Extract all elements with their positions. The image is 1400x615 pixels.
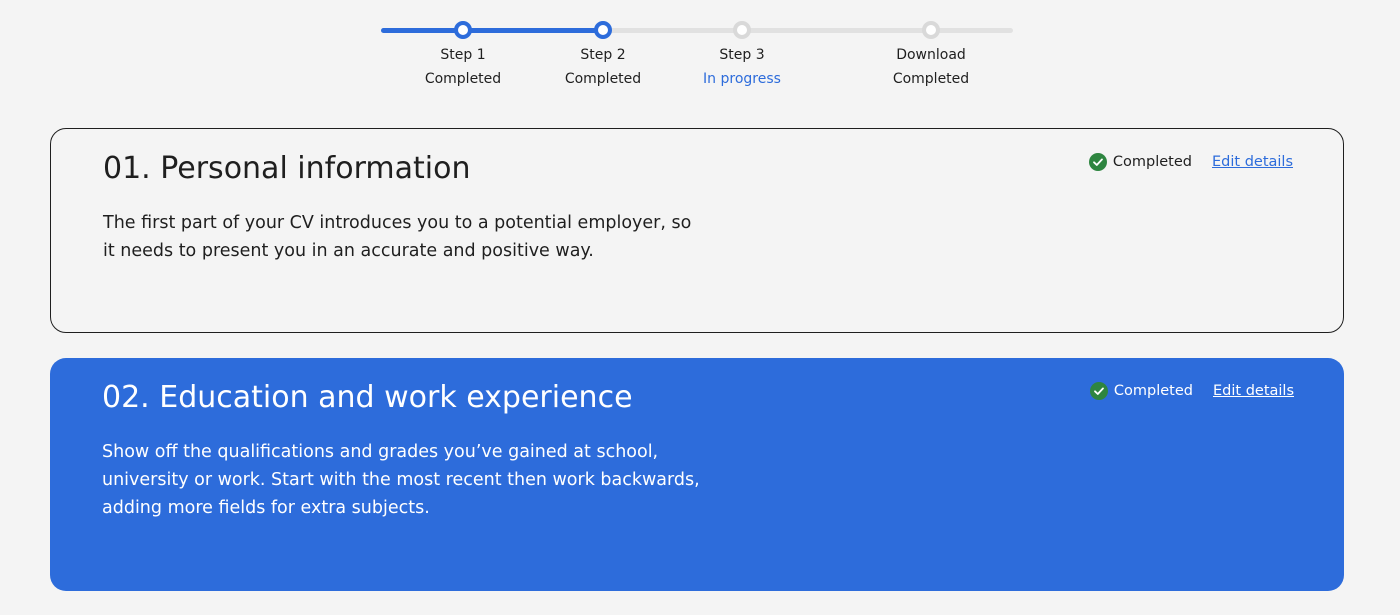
section-card-personal-information: 01. Personal information The first part … [50, 128, 1344, 333]
step-download-status: Completed [892, 71, 970, 87]
section-description: The first part of your CV introduces you… [103, 213, 692, 261]
step-download-marker-icon [922, 21, 940, 39]
step-2-marker-icon [594, 21, 612, 39]
step-1-marker-icon [454, 21, 472, 39]
status-label: Completed [1113, 383, 1193, 399]
section-status: Completed Edit details [1088, 151, 1293, 173]
step-2[interactable]: Step 2 Completed [533, 21, 673, 91]
step-1-label: Step 1 [440, 47, 486, 63]
step-download-label: Download [896, 47, 966, 63]
step-3[interactable]: Step 3 In progress [672, 21, 812, 91]
section-description: Show off the qualifications and grades y… [102, 442, 700, 518]
step-download[interactable]: Download Completed [861, 21, 1001, 91]
step-3-label: Step 3 [719, 47, 765, 63]
progress-stepper: Step 1 Completed Step 2 Completed Step 3… [0, 0, 1400, 110]
cv-builder-page: Step 1 Completed Step 2 Completed Step 3… [0, 0, 1400, 615]
step-3-marker-icon [733, 21, 751, 39]
section-title: 01. Personal information [103, 151, 471, 186]
section-card-education-and-work-experience: 02. Education and work experience Show o… [50, 358, 1344, 591]
step-3-status: In progress [703, 71, 781, 87]
step-1[interactable]: Step 1 Completed [393, 21, 533, 91]
section-title: 02. Education and work experience [102, 380, 633, 415]
step-2-status: Completed [564, 71, 642, 87]
section-status: Completed Edit details [1089, 380, 1294, 402]
check-circle-icon [1089, 382, 1108, 400]
edit-details-link[interactable]: Edit details [1213, 380, 1294, 402]
step-1-status: Completed [424, 71, 502, 87]
edit-details-link[interactable]: Edit details [1212, 151, 1293, 173]
step-2-label: Step 2 [580, 47, 626, 63]
status-label: Completed [1112, 154, 1192, 170]
check-circle-icon [1088, 153, 1107, 171]
